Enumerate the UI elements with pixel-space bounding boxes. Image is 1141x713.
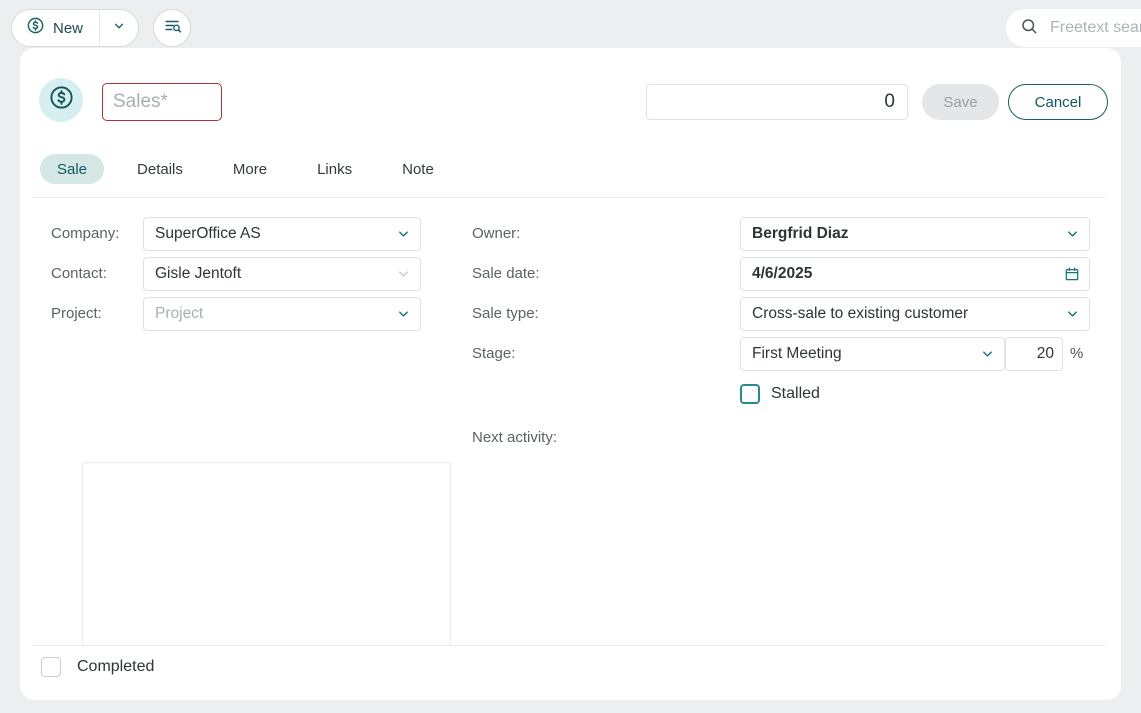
project-label: Project: — [51, 305, 143, 322]
list-search-icon — [163, 16, 182, 40]
calendar-icon[interactable] — [1064, 266, 1080, 282]
stage-select[interactable]: First Meeting — [740, 337, 1005, 371]
company-label: Company: — [51, 225, 143, 242]
company-select[interactable]: SuperOffice AS — [143, 217, 421, 251]
top-toolbar: New — [0, 0, 1141, 48]
next-activity-label: Next activity: — [472, 429, 1112, 446]
freetext-search-box[interactable] — [1006, 9, 1141, 47]
tab-links[interactable]: Links — [300, 154, 369, 184]
field-sale-date: Sale date: 4/6/2025 — [472, 254, 1112, 293]
project-select[interactable]: Project — [143, 297, 421, 331]
sale-detail-card: Save Cancel Sale Details More Links Note… — [20, 48, 1121, 700]
sale-type-label: Sale type: — [472, 305, 740, 322]
tab-sale[interactable]: Sale — [40, 154, 104, 184]
stage-label: Stage: — [472, 345, 740, 362]
card-header: Save Cancel — [20, 48, 1121, 128]
chevron-down-icon — [396, 226, 411, 241]
chevron-down-icon — [396, 306, 411, 321]
footer-divider — [33, 645, 1105, 646]
form-column-right: Owner: Bergfrid Diaz Sale date: 4/6/2025 — [472, 214, 1112, 446]
field-company: Company: SuperOffice AS — [51, 214, 451, 253]
contact-value: Gisle Jentoft — [155, 265, 241, 283]
sale-amount-input[interactable] — [646, 84, 908, 120]
completed-checkbox[interactable] — [41, 657, 61, 677]
tab-bar: Sale Details More Links Note — [40, 154, 467, 184]
field-completed: Completed — [41, 657, 154, 677]
new-button[interactable]: New — [12, 10, 100, 46]
saved-search-button[interactable] — [153, 9, 191, 47]
contact-label: Contact: — [51, 265, 143, 282]
new-button-group: New — [11, 9, 139, 47]
field-contact: Contact: Gisle Jentoft — [51, 254, 451, 293]
avatar — [39, 78, 83, 122]
cancel-button[interactable]: Cancel — [1008, 84, 1108, 120]
stage-value: First Meeting — [752, 345, 842, 363]
field-project: Project: Project — [51, 294, 451, 333]
sale-type-select[interactable]: Cross-sale to existing customer — [740, 297, 1090, 331]
owner-label: Owner: — [472, 225, 740, 242]
save-button[interactable]: Save — [922, 84, 999, 120]
project-placeholder: Project — [155, 305, 203, 323]
tab-more[interactable]: More — [216, 154, 284, 184]
sale-title-input[interactable] — [102, 83, 222, 121]
sale-description-textarea[interactable] — [82, 462, 451, 646]
tab-divider — [33, 197, 1105, 198]
search-icon — [1020, 17, 1038, 40]
owner-value: Bergfrid Diaz — [752, 225, 848, 243]
sale-date-value: 4/6/2025 — [752, 265, 812, 283]
chevron-down-icon — [980, 346, 995, 361]
dollar-circle-icon — [26, 16, 45, 40]
chevron-down-icon — [1065, 226, 1080, 241]
chevron-down-icon — [396, 266, 411, 281]
company-value: SuperOffice AS — [155, 225, 261, 243]
new-dropdown-toggle[interactable] — [100, 10, 138, 46]
chevron-down-icon — [1065, 306, 1080, 321]
tab-note[interactable]: Note — [385, 154, 451, 184]
owner-select[interactable]: Bergfrid Diaz — [740, 217, 1090, 251]
field-sale-type: Sale type: Cross-sale to existing custom… — [472, 294, 1112, 333]
dollar-circle-icon — [48, 84, 75, 116]
form-column-left: Company: SuperOffice AS Contact: Gisle J… — [51, 214, 451, 334]
new-button-label: New — [53, 20, 83, 37]
completed-label: Completed — [77, 658, 154, 676]
field-owner: Owner: Bergfrid Diaz — [472, 214, 1112, 253]
sale-type-value: Cross-sale to existing customer — [752, 305, 968, 323]
chevron-down-icon — [112, 19, 126, 38]
sale-date-label: Sale date: — [472, 265, 740, 282]
stalled-label: Stalled — [771, 385, 820, 403]
field-stalled: Stalled — [740, 379, 1112, 409]
field-stage: Stage: First Meeting 20 % — [472, 334, 1112, 373]
probability-value: 20 — [1037, 345, 1054, 363]
probability-unit-label: % — [1070, 345, 1083, 362]
probability-input[interactable]: 20 — [1005, 337, 1063, 371]
sale-date-input[interactable]: 4/6/2025 — [740, 257, 1090, 291]
search-input[interactable] — [1048, 18, 1141, 38]
contact-select[interactable]: Gisle Jentoft — [143, 257, 421, 291]
tab-details[interactable]: Details — [120, 154, 200, 184]
stalled-checkbox[interactable] — [740, 384, 760, 404]
